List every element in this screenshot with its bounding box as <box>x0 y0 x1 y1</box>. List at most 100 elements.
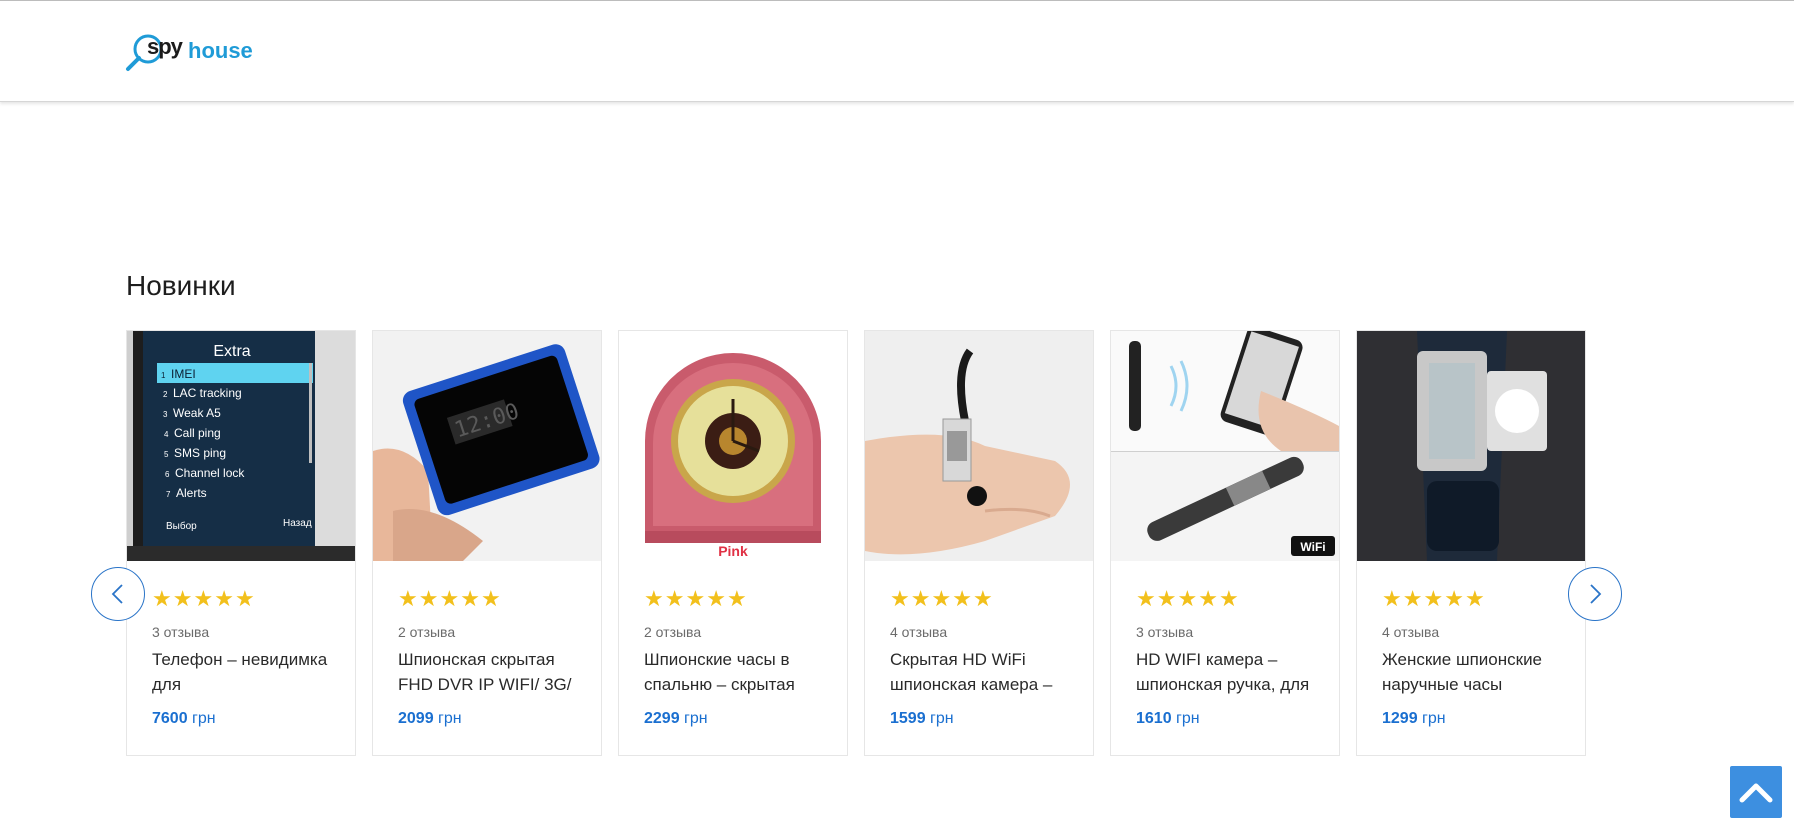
scroll-to-top-button[interactable] <box>1730 766 1782 818</box>
star-icon: ★ <box>152 587 172 612</box>
svg-text:6: 6 <box>165 470 170 479</box>
svg-text:7: 7 <box>166 490 171 499</box>
star-icon: ★ <box>439 587 460 612</box>
star-icon: ★ <box>1464 587 1485 612</box>
star-icon: ★ <box>460 587 480 612</box>
product-card[interactable]: ★ ★ ★ ★ ★ 4 отзыва Скрытая HD WiFi шпионская… <box>864 330 1094 756</box>
price-currency: грн <box>1176 710 1200 727</box>
rating-stars: ★ ★ ★ ★ ★ <box>398 589 501 611</box>
reviews-count[interactable]: 4 отзыва <box>1382 624 1439 640</box>
product-title[interactable]: Скрытая HD WiFi шпионская камера – <box>890 647 1080 697</box>
product-title[interactable]: Женские шпионские наручные часы <box>1382 647 1572 697</box>
product-card[interactable]: WiFi ★ ★ ★ ★ ★ 3 отзыва HD WIFI камера – шпи… <box>1110 330 1340 756</box>
carousel-next-button[interactable] <box>1568 567 1622 621</box>
star-icon: ★ <box>1198 587 1218 612</box>
star-icon: ★ <box>172 587 193 612</box>
star-icon: ★ <box>972 587 993 612</box>
product-card[interactable]: ★ ★ ★ ★ ★ 4 отзыва Женские шпионские наручны… <box>1356 330 1586 756</box>
svg-text:SMS ping: SMS ping <box>174 446 226 460</box>
product-title[interactable]: Телефон – невидимка для <box>152 647 342 697</box>
rating-stars: ★ ★ ★ ★ ★ <box>644 589 747 611</box>
star-icon: ★ <box>644 587 664 612</box>
price-currency: грн <box>1422 710 1446 727</box>
star-icon: ★ <box>1444 587 1464 612</box>
svg-text:2: 2 <box>163 390 168 399</box>
star-icon: ★ <box>1423 587 1444 612</box>
svg-text:5: 5 <box>164 450 169 459</box>
product-image-wrist-watch[interactable] <box>1357 331 1585 561</box>
star-icon: ★ <box>480 587 501 612</box>
reviews-count[interactable]: 2 отзыва <box>398 624 455 640</box>
product-price: 1610 грн <box>1136 710 1200 728</box>
product-card[interactable]: Extra IMEI LAC tracking Weak A5 Call pin… <box>126 330 356 756</box>
svg-text:Alerts: Alerts <box>176 486 207 500</box>
logo-text-house: house <box>188 38 253 63</box>
svg-text:IMEI: IMEI <box>171 367 196 381</box>
product-title[interactable]: Шпионские часы в спальню – скрытая <box>644 647 834 697</box>
price-value: 1610 <box>1136 710 1172 727</box>
star-icon: ★ <box>193 587 214 612</box>
svg-text:Weak A5: Weak A5 <box>173 406 221 420</box>
price-currency: грн <box>684 710 708 727</box>
star-icon: ★ <box>910 587 931 612</box>
star-icon: ★ <box>1136 587 1156 612</box>
price-value: 2099 <box>398 710 434 727</box>
svg-text:Выбор: Выбор <box>166 520 197 532</box>
star-icon: ★ <box>1382 587 1402 612</box>
rating-stars: ★ ★ ★ ★ ★ <box>1136 589 1239 611</box>
carousel-prev-button[interactable] <box>91 567 145 621</box>
product-card[interactable]: 12:00 ★ ★ ★ ★ ★ 2 отзыва Шпионская скрытая F… <box>372 330 602 756</box>
svg-text:Pink: Pink <box>718 543 748 559</box>
chevron-up-icon <box>1739 783 1773 803</box>
product-image-table-clock[interactable]: Pink <box>619 331 847 561</box>
star-icon: ★ <box>1156 587 1177 612</box>
star-icon: ★ <box>664 587 685 612</box>
product-price: 7600 грн <box>152 710 216 728</box>
product-card[interactable]: Pink ★ ★ ★ ★ ★ 2 отзыва Шпионские часы в спа… <box>618 330 848 756</box>
star-icon: ★ <box>931 587 952 612</box>
price-currency: грн <box>192 710 216 727</box>
rating-stars: ★ ★ ★ ★ ★ <box>152 589 255 611</box>
price-currency: грн <box>438 710 462 727</box>
product-price: 2299 грн <box>644 710 708 728</box>
svg-text:Call ping: Call ping <box>174 426 221 440</box>
site-header: spy house <box>0 1 1794 102</box>
product-price: 2099 грн <box>398 710 462 728</box>
reviews-count[interactable]: 4 отзыва <box>890 624 947 640</box>
section-title: Новинки <box>126 270 236 301</box>
svg-text:3: 3 <box>163 410 168 419</box>
svg-text:Extra: Extra <box>213 343 250 360</box>
svg-text:Channel lock: Channel lock <box>175 466 245 480</box>
star-icon: ★ <box>706 587 726 612</box>
rating-stars: ★ ★ ★ ★ ★ <box>890 589 993 611</box>
star-icon: ★ <box>214 587 234 612</box>
reviews-count[interactable]: 2 отзыва <box>644 624 701 640</box>
star-icon: ★ <box>1218 587 1239 612</box>
product-price: 1599 грн <box>890 710 954 728</box>
svg-text:LAC tracking: LAC tracking <box>173 386 242 400</box>
reviews-count[interactable]: 3 отзыва <box>152 624 209 640</box>
product-image-phone[interactable]: Extra IMEI LAC tracking Weak A5 Call pin… <box>127 331 355 561</box>
price-value: 1299 <box>1382 710 1418 727</box>
svg-text:WiFi: WiFi <box>1300 540 1325 554</box>
star-icon: ★ <box>726 587 747 612</box>
product-title[interactable]: HD WIFI камера – шпионская ручка, для <box>1136 647 1326 697</box>
product-image-mini-camera[interactable] <box>865 331 1093 561</box>
star-icon: ★ <box>418 587 439 612</box>
price-currency: грн <box>930 710 954 727</box>
star-icon: ★ <box>1402 587 1423 612</box>
star-icon: ★ <box>890 587 910 612</box>
star-icon: ★ <box>685 587 706 612</box>
product-carousel: Extra IMEI LAC tracking Weak A5 Call pin… <box>126 330 1590 758</box>
product-image-camera-clock[interactable]: 12:00 <box>373 331 601 561</box>
product-title[interactable]: Шпионская скрытая FHD DVR IP WIFI/ 3G/ <box>398 647 588 697</box>
price-value: 2299 <box>644 710 680 727</box>
svg-text:Назад: Назад <box>283 518 312 529</box>
reviews-count[interactable]: 3 отзыва <box>1136 624 1193 640</box>
chevron-right-icon <box>1590 584 1602 604</box>
product-image-pen-camera[interactable]: WiFi <box>1111 331 1339 561</box>
price-value: 7600 <box>152 710 188 727</box>
site-logo[interactable]: spy house <box>124 31 264 75</box>
price-value: 1599 <box>890 710 926 727</box>
svg-text:1: 1 <box>161 371 166 380</box>
